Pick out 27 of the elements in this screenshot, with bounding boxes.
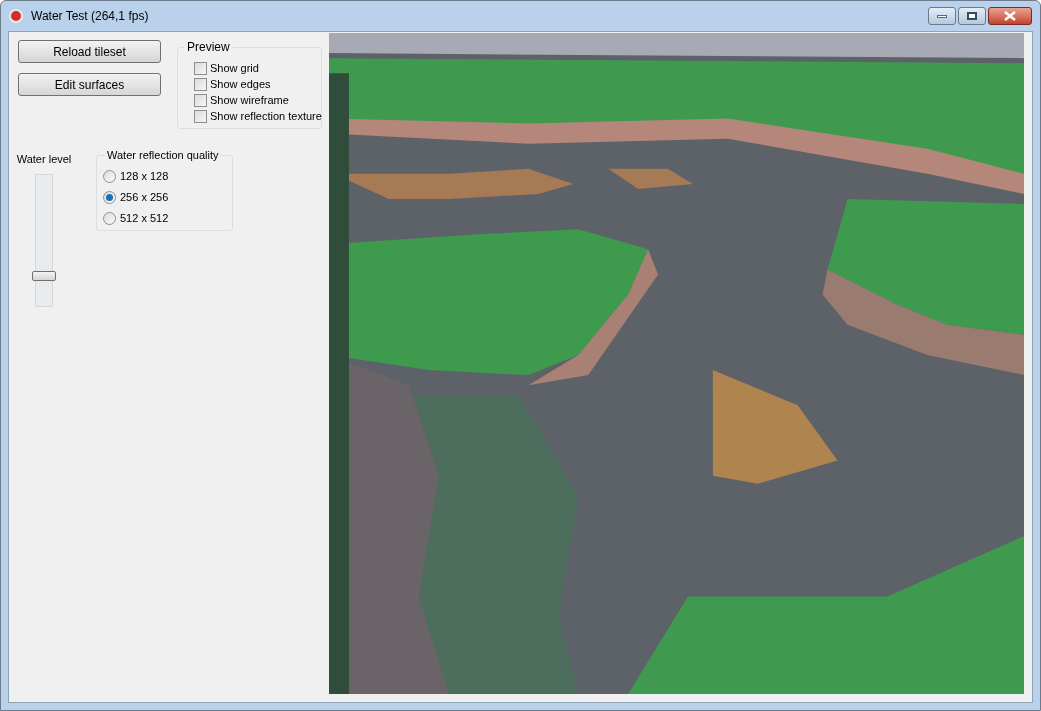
group-title: Preview [184,40,233,54]
radio-button[interactable] [103,212,116,225]
window-title: Water Test (264,1 fps) [31,8,149,25]
group-title: Water reflection quality [105,148,221,162]
close-button[interactable] [988,7,1032,25]
radio-button[interactable] [103,170,116,183]
checkbox[interactable] [194,93,207,107]
minimize-button[interactable] [928,7,956,25]
radio-label: 512 x 512 [120,211,169,227]
water-level-slider[interactable] [35,173,53,307]
checkbox-label: Show grid [210,60,259,76]
slider-thumb[interactable] [32,271,56,282]
checkbox-label: Show wireframe [210,92,289,108]
checkbox-label: Show edges [210,76,271,92]
slider-label: Water level [16,152,72,167]
radio-label: 128 x 128 [120,169,169,185]
action-button[interactable]: Edit surfaces [18,73,161,96]
checkbox[interactable] [194,61,207,75]
action-button[interactable]: Reload tileset [18,40,161,63]
app-icon [9,9,23,23]
close-icon [1004,11,1016,21]
checkbox[interactable] [194,77,207,91]
radio-button[interactable] [103,191,116,204]
checkbox[interactable] [194,109,207,123]
radio-label: 256 x 256 [120,190,169,206]
maximize-button[interactable] [958,7,986,25]
checkbox-label: Show reflection texture [210,108,322,124]
